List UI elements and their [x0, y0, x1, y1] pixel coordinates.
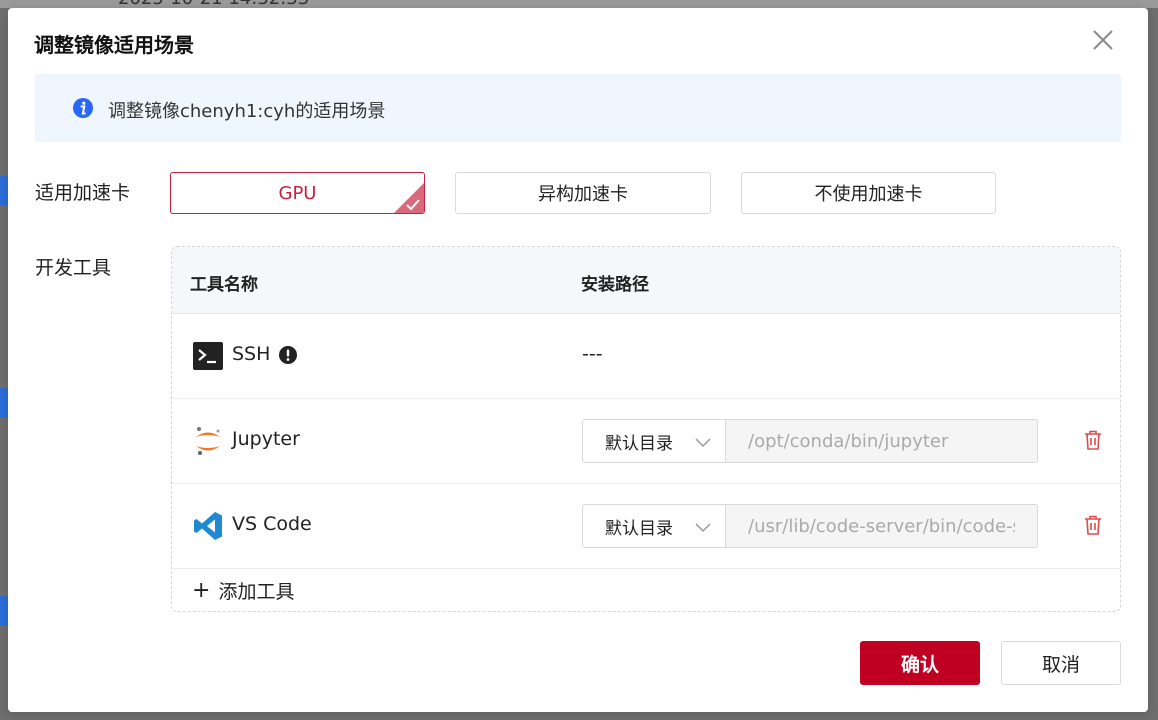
- accelerator-option-label: GPU: [278, 182, 317, 204]
- info-banner: 调整镜像chenyh1:cyh的适用场景: [35, 74, 1121, 142]
- accelerator-option-none[interactable]: 不使用加速卡: [741, 172, 996, 214]
- accelerator-option-gpu[interactable]: GPU: [170, 172, 425, 214]
- delete-icon[interactable]: [1082, 429, 1104, 451]
- tool-name: SSH: [232, 343, 271, 365]
- background-header: 2025-10-21 14:32:33: [0, 0, 1158, 9]
- warning-icon[interactable]: [279, 346, 297, 364]
- accelerator-option-label: 不使用加速卡: [814, 184, 923, 205]
- tool-name: VS Code: [232, 513, 312, 535]
- dialog-title: 调整镜像适用场景: [34, 33, 194, 57]
- close-button[interactable]: [1089, 26, 1117, 54]
- confirm-button[interactable]: 确认: [860, 641, 980, 685]
- chevron-down-icon: [695, 438, 711, 448]
- table-row: VS Code 默认目录: [172, 483, 1120, 569]
- delete-icon[interactable]: [1082, 514, 1104, 536]
- column-header-tool-name: 工具名称: [190, 275, 258, 295]
- path-type-value: 默认目录: [605, 433, 673, 454]
- vscode-icon: [194, 512, 222, 540]
- install-path-input[interactable]: [725, 504, 1038, 548]
- accelerator-option-heterogeneous[interactable]: 异构加速卡: [455, 172, 711, 214]
- background-item-icon: [0, 176, 8, 206]
- dev-tools-label: 开发工具: [35, 257, 112, 279]
- plus-icon: +: [192, 577, 211, 603]
- path-type-value: 默认目录: [605, 518, 673, 539]
- selected-check-icon: [394, 183, 424, 213]
- background-item-icon: [0, 596, 8, 626]
- terminal-icon: [193, 342, 223, 370]
- accelerator-option-label: 异构加速卡: [538, 184, 628, 205]
- cancel-button[interactable]: 取消: [1001, 641, 1121, 685]
- tool-name: Jupyter: [232, 428, 300, 450]
- close-icon: [1093, 30, 1113, 50]
- info-text: 调整镜像chenyh1:cyh的适用场景: [108, 101, 386, 122]
- adjust-scenario-dialog: 调整镜像适用场景 调整镜像chenyh1:cyh的适用场景 适用加速卡 GPU …: [8, 8, 1148, 712]
- install-path-input[interactable]: [725, 419, 1038, 463]
- column-header-install-path: 安装路径: [581, 275, 649, 295]
- table-header: 工具名称 安装路径: [172, 247, 1120, 314]
- background-item-icon: [0, 388, 8, 418]
- dev-tools-table: 工具名称 安装路径 SSH --- Jupyter 默认目录 /opt/cond…: [171, 246, 1121, 612]
- table-row: SSH ---: [172, 313, 1120, 399]
- path-type-select[interactable]: 默认目录: [582, 504, 726, 548]
- jupyter-icon: [196, 427, 220, 455]
- info-icon: [73, 98, 93, 118]
- table-row: Jupyter 默认目录: [172, 398, 1120, 484]
- accelerator-label: 适用加速卡: [35, 182, 131, 204]
- install-path-text: ---: [582, 343, 603, 365]
- add-tool-label: 添加工具: [218, 581, 295, 603]
- add-tool-button[interactable]: + 添加工具: [192, 577, 294, 604]
- chevron-down-icon: [695, 523, 711, 533]
- path-type-select[interactable]: 默认目录: [582, 419, 726, 463]
